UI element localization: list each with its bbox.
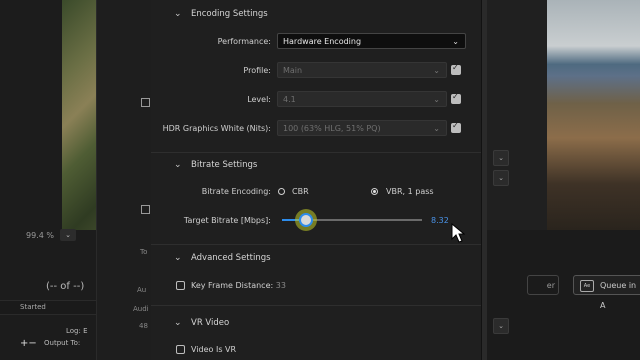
level-match-checkbox[interactable] <box>451 92 461 104</box>
sample-rate-value: 48 <box>139 322 148 330</box>
chevron-down-icon: ⌄ <box>433 95 440 104</box>
right-dropdown-2[interactable]: ⌄ <box>493 170 509 186</box>
video-is-vr-label: Video Is VR <box>191 345 237 354</box>
mouse-pointer-icon <box>451 223 465 243</box>
remove-button[interactable]: − <box>28 338 36 349</box>
advanced-settings-header[interactable]: ⌄ Advanced Settings <box>151 248 481 270</box>
encoding-settings-title: Encoding Settings <box>191 9 268 19</box>
target-bitrate-slider-thumb[interactable] <box>298 213 313 227</box>
left-checkbox-2[interactable] <box>141 205 150 214</box>
target-bitrate-value[interactable]: 8.32 <box>431 216 449 225</box>
right-dropdown-3[interactable]: ⌄ <box>493 318 509 334</box>
section-divider <box>151 244 481 245</box>
performance-dropdown[interactable]: Hardware Encoding ⌄ <box>277 33 466 49</box>
chevron-down-icon[interactable]: ⌄ <box>174 253 182 263</box>
hdr-white-dropdown[interactable]: 100 (63% HLG, 51% PQ) ⌄ <box>277 120 447 136</box>
export-dialog-left-column: To Au Audi 48 <box>96 0 152 360</box>
ae-icon: Ae <box>580 280 594 292</box>
section-divider <box>151 152 481 153</box>
profile-label: Profile: <box>243 66 271 75</box>
video-settings-panel: ⌄ Encoding Settings Performance: Hardwar… <box>151 0 481 360</box>
started-column-header: Started <box>20 303 46 311</box>
panel-scrollbar[interactable] <box>482 0 487 360</box>
chevron-down-icon: ⌄ <box>433 124 440 133</box>
queue-in-ae-button[interactable]: Ae Queue in A <box>573 275 640 310</box>
bitrate-settings-header[interactable]: ⌄ Bitrate Settings <box>151 155 481 177</box>
profile-match-checkbox[interactable] <box>451 63 461 75</box>
hdr-match-checkbox[interactable] <box>451 121 461 133</box>
target-bitrate-label: Target Bitrate [Mbps]: <box>183 216 271 225</box>
vbr-1-pass-radio[interactable] <box>371 188 378 195</box>
right-dropdown-1[interactable]: ⌄ <box>493 150 509 166</box>
chevron-down-icon: ⌄ <box>452 37 459 46</box>
audio-label: Audi <box>133 305 149 313</box>
chevron-down-icon: ⌄ <box>433 66 440 75</box>
vbr-1-pass-label[interactable]: VBR, 1 pass <box>386 187 434 196</box>
zoom-level: 99.4 % <box>26 231 54 240</box>
level-value: 4.1 <box>283 95 296 104</box>
chevron-down-icon[interactable]: ⌄ <box>174 9 182 19</box>
level-label: Level: <box>247 95 271 104</box>
video-is-vr-checkbox[interactable] <box>176 345 185 354</box>
bitrate-settings-title: Bitrate Settings <box>191 160 258 170</box>
cbr-label[interactable]: CBR <box>292 187 309 196</box>
output-to-label: Output To: <box>44 339 81 347</box>
profile-value: Main <box>283 66 303 75</box>
add-remove-buttons[interactable]: +− <box>20 338 37 349</box>
log-label: Log: E <box>66 327 88 335</box>
top-label: To <box>140 248 148 256</box>
advanced-settings-title: Advanced Settings <box>191 253 271 263</box>
au-label: Au <box>137 286 147 294</box>
vr-video-title: VR Video <box>191 318 230 328</box>
level-dropdown[interactable]: 4.1 ⌄ <box>277 91 447 107</box>
encoding-settings-header[interactable]: ⌄ Encoding Settings <box>151 4 481 26</box>
chevron-down-icon[interactable]: ⌄ <box>174 160 182 170</box>
bitrate-encoding-label: Bitrate Encoding: <box>201 187 271 196</box>
key-frame-distance-checkbox[interactable] <box>176 281 185 290</box>
key-frame-distance-label: Key Frame Distance: 33 <box>191 281 286 290</box>
performance-value: Hardware Encoding <box>283 37 362 46</box>
cbr-radio[interactable] <box>278 188 285 195</box>
output-preview-image <box>547 0 640 230</box>
profile-dropdown[interactable]: Main ⌄ <box>277 62 447 78</box>
performance-label: Performance: <box>217 37 271 46</box>
key-frame-distance-value: 33 <box>275 281 286 290</box>
hdr-white-label: HDR Graphics White (Nits): <box>162 124 271 133</box>
other-button[interactable]: er <box>527 275 559 295</box>
hdr-white-value: 100 (63% HLG, 51% PQ) <box>283 124 381 133</box>
chevron-down-icon[interactable]: ⌄ <box>174 318 182 328</box>
queue-count: (-- of --) <box>46 281 85 292</box>
vr-video-header[interactable]: ⌄ VR Video <box>151 313 481 335</box>
section-divider <box>151 305 481 306</box>
zoom-dropdown[interactable]: ⌄ <box>60 229 76 241</box>
left-checkbox-1[interactable] <box>141 98 150 107</box>
